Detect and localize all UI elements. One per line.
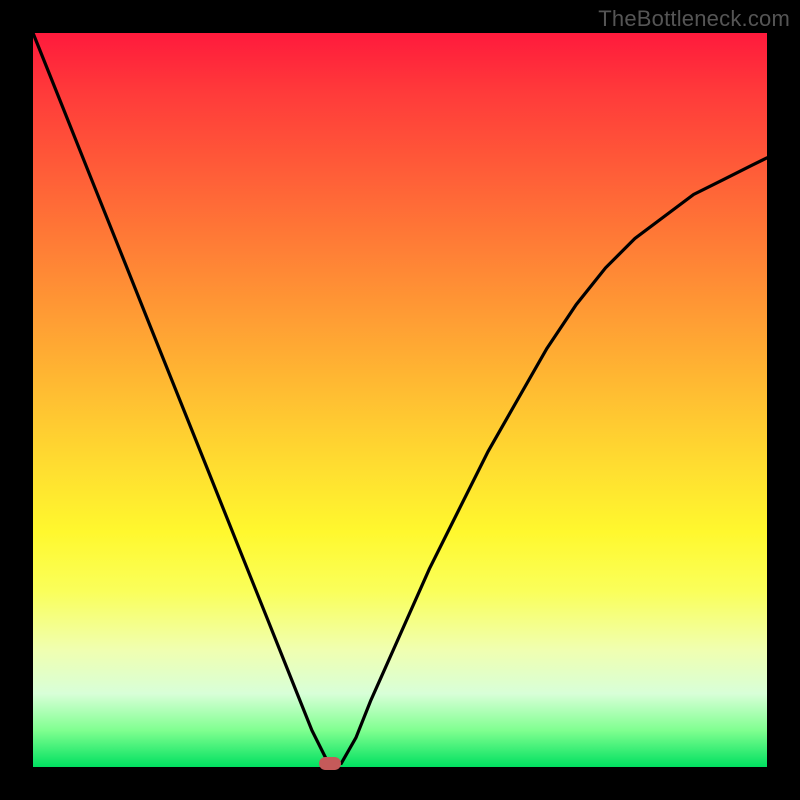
- watermark-text: TheBottleneck.com: [598, 6, 790, 32]
- optimum-marker: [319, 757, 341, 770]
- bottleneck-curve: [33, 33, 767, 763]
- chart-frame: TheBottleneck.com: [0, 0, 800, 800]
- curve-layer: [33, 33, 767, 767]
- plot-area: [33, 33, 767, 767]
